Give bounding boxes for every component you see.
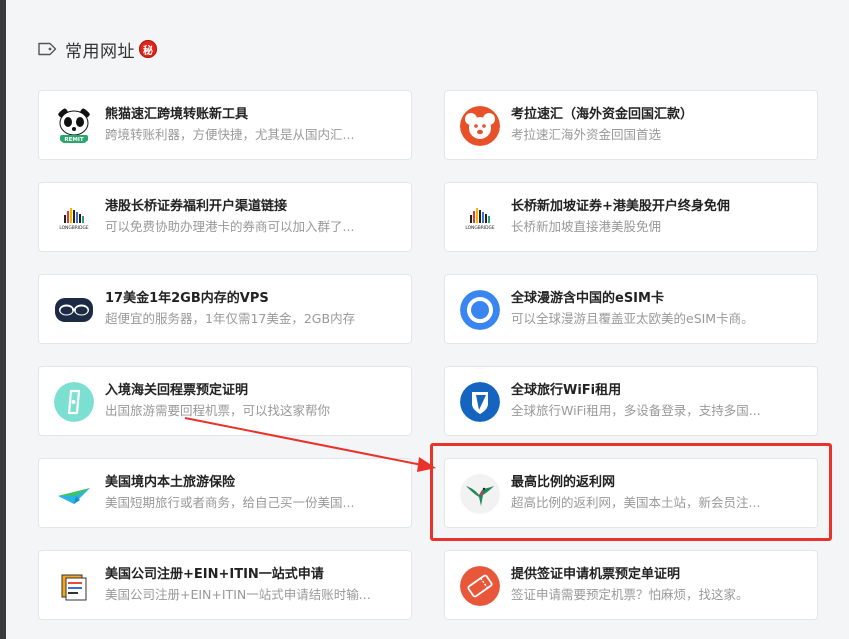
hummingbird-logo [460, 474, 500, 514]
esim-ring-logo [460, 290, 500, 330]
card-desc: 超便宜的服务器，1年仅需17美金，2GB内存 [105, 311, 356, 326]
longbridge-logo: LONGBRIDGE [460, 198, 500, 238]
card-visa-ticket[interactable]: 提供签证申请机票预定单证明 签证申请需要预定机票？怕麻烦，找这家。 [444, 550, 818, 620]
card-desc: 美国短期旅行或者商务，给自己买一份美国... [105, 495, 355, 510]
card-travel-wifi[interactable]: 全球旅行WiFi租用 全球旅行WiFi租用，多设备登录，支持多国... [444, 366, 818, 436]
card-title: 全球漫游含中国的eSIM卡 [511, 291, 664, 306]
card-longbridge-hk[interactable]: LONGBRIDGE 港股长桥证券福利开户渠道链接 可以免费协助办理港卡的券商可… [38, 182, 412, 252]
left-edge-bar [0, 0, 6, 639]
visa-ticket-logo [460, 566, 500, 606]
card-desc: 可以全球漫游且覆盖亚太欧美的eSIM卡商。 [511, 311, 754, 326]
panda-logo-text: REMIT [64, 137, 84, 143]
panda-remit-logo: REMIT [54, 106, 94, 146]
card-title: 美国公司注册+EIN+ITIN一站式申请 [105, 567, 324, 582]
card-title: 长桥新加坡证券+港美股开户终身免佣 [511, 199, 730, 214]
koala-logo [460, 106, 500, 146]
card-title: 17美金1年2GB内存的VPS [105, 291, 269, 306]
longbridge-logo: LONGBRIDGE [54, 198, 94, 238]
section-header: 常用网址 秘 [37, 38, 157, 62]
card-desc: 跨境转账利器，方便快捷，尤其是从国内汇... [105, 127, 355, 142]
card-title: 美国境内本土旅游保险 [105, 475, 236, 490]
card-desc: 可以免费协助办理港卡的券商可以加入群了... [105, 219, 355, 234]
card-title: 入境海关回程票预定证明 [105, 383, 249, 398]
card-cashback[interactable]: 最高比例的返利网 超高比例的返利网，美国本土站，新会员注... [444, 458, 818, 528]
wifi-shield-logo [460, 382, 500, 422]
longbridge-logo-text: LONGBRIDGE [465, 225, 495, 231]
card-desc: 长桥新加坡直接港美股免佣 [511, 219, 662, 234]
card-desc: 签证申请需要预定机票？怕麻烦，找这家。 [511, 587, 749, 602]
card-us-travel-insurance[interactable]: 美国境内本土旅游保险 美国短期旅行或者商务，给自己买一份美国... [38, 458, 412, 528]
card-us-company-registration[interactable]: 美国公司注册+EIN+ITIN一站式申请 美国公司注册+EIN+ITIN一站式申… [38, 550, 412, 620]
plane-wing-logo [54, 474, 94, 514]
card-esim[interactable]: 全球漫游含中国的eSIM卡 可以全球漫游且覆盖亚太欧美的eSIM卡商。 [444, 274, 818, 344]
card-title: 熊猫速汇跨境转账新工具 [105, 107, 249, 122]
card-return-ticket[interactable]: 入境海关回程票预定证明 出国旅游需要回程机票，可以找这家帮你 [38, 366, 412, 436]
card-title: 港股长桥证券福利开户渠道链接 [105, 199, 288, 214]
card-title: 全球旅行WiFi租用 [511, 383, 622, 398]
longbridge-logo-text: LONGBRIDGE [59, 225, 89, 231]
card-koala-remit[interactable]: 考拉速汇（海外资金回国汇款） 考拉速汇海外资金回国首选 [444, 90, 818, 160]
card-desc: 出国旅游需要回程机票，可以找这家帮你 [105, 403, 331, 418]
ticket-logo [54, 382, 94, 422]
card-title: 考拉速汇（海外资金回国汇款） [511, 107, 694, 122]
card-desc: 美国公司注册+EIN+ITIN一站式申请结账时输... [105, 587, 371, 602]
section-title: 常用网址 [65, 41, 135, 62]
documents-logo [54, 566, 94, 606]
card-desc: 考拉速汇海外资金回国首选 [511, 127, 662, 142]
sunglasses-logo [54, 290, 94, 330]
card-vps[interactable]: 17美金1年2GB内存的VPS 超便宜的服务器，1年仅需17美金，2GB内存 [38, 274, 412, 344]
tag-icon [38, 42, 57, 56]
secret-badge: 秘 [139, 40, 157, 58]
card-title: 最高比例的返利网 [511, 475, 616, 490]
card-desc: 全球旅行WiFi租用，多设备登录，支持多国... [511, 403, 761, 418]
card-panda-remit[interactable]: REMIT 熊猫速汇跨境转账新工具 跨境转账利器，方便快捷，尤其是从国内汇... [38, 90, 412, 160]
card-desc: 超高比例的返利网，美国本土站，新会员注... [511, 495, 761, 510]
card-longbridge-sg[interactable]: LONGBRIDGE 长桥新加坡证券+港美股开户终身免佣 长桥新加坡直接港美股免… [444, 182, 818, 252]
card-title: 提供签证申请机票预定单证明 [511, 567, 681, 582]
